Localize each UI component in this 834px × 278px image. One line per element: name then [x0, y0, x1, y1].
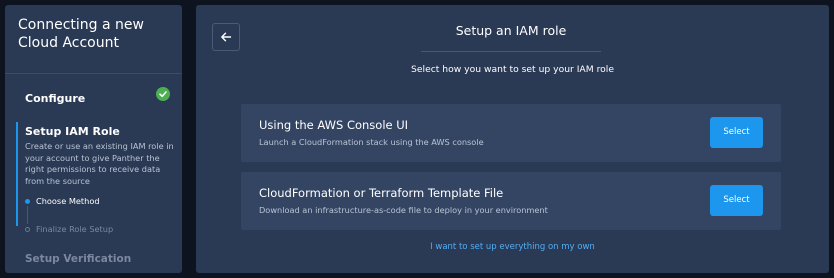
substep-choose-method: Choose Method — [36, 196, 100, 206]
sidebar-title: Connecting a new Cloud Account — [18, 17, 144, 51]
option-description: Download an infrastructure-as-code file … — [259, 205, 548, 215]
substep-active-dot-icon — [25, 199, 30, 204]
active-step-indicator — [16, 122, 18, 226]
manual-setup-link[interactable]: I want to set up everything on my own — [196, 242, 829, 252]
option-card-aws-console: Using the AWS Console UI Launch a CloudF… — [241, 104, 781, 162]
title-divider — [421, 51, 601, 52]
page-title: Setup an IAM role — [455, 23, 567, 38]
step-setup-verification: Setup Verification — [25, 253, 132, 265]
setup-steps-sidebar: Connecting a new Cloud Account Configure… — [5, 5, 182, 273]
arrow-left-icon — [221, 32, 232, 42]
check-circle-icon — [156, 87, 170, 101]
substep-connector — [27, 206, 28, 224]
option-title: Using the AWS Console UI — [259, 118, 409, 132]
substep-pending-dot-icon — [25, 227, 30, 232]
sidebar-divider — [5, 73, 182, 74]
page-subtitle: Select how you want to set up your IAM r… — [411, 64, 614, 75]
substep-finalize-role-setup: Finalize Role Setup — [36, 224, 114, 234]
step-configure[interactable]: Configure — [25, 92, 85, 105]
step-setup-iam-role-description: Create or use an existing IAM role in yo… — [25, 141, 174, 186]
option-card-template-file: CloudFormation or Terraform Template Fil… — [241, 172, 781, 230]
iam-role-setup-panel: Setup an IAM role Select how you want to… — [196, 5, 829, 273]
select-template-file-button[interactable]: Select — [710, 185, 763, 216]
back-button[interactable] — [212, 23, 240, 51]
option-title: CloudFormation or Terraform Template Fil… — [259, 186, 504, 200]
select-aws-console-button[interactable]: Select — [710, 117, 763, 148]
step-setup-iam-role[interactable]: Setup IAM Role — [25, 125, 120, 138]
option-description: Launch a CloudFormation stack using the … — [259, 137, 484, 147]
